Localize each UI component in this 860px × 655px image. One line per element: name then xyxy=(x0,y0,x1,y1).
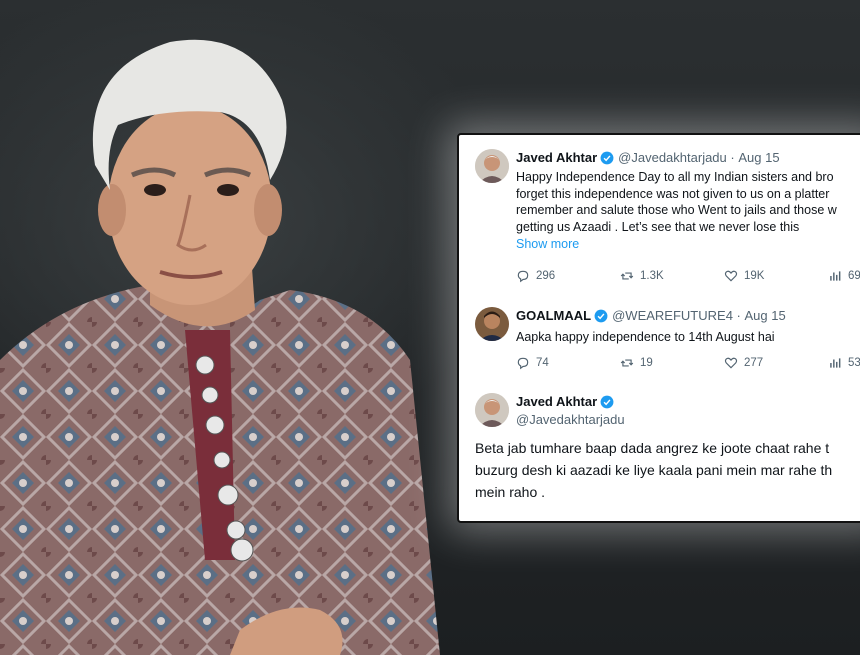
show-more-link[interactable]: Show more xyxy=(516,235,860,253)
display-name[interactable]: Javed Akhtar xyxy=(516,149,597,167)
like-count: 277 xyxy=(744,357,764,369)
views-icon xyxy=(830,358,841,368)
like-button[interactable]: 277 xyxy=(724,356,763,370)
tweet-text-line: mein raho . xyxy=(475,484,546,500)
separator-dot: · xyxy=(732,308,745,323)
views-button[interactable]: 69 xyxy=(828,269,860,283)
views-count: 69 xyxy=(848,270,860,282)
separator-dot: · xyxy=(726,150,739,165)
tweet-body: Javed Akhtar @Javedakhtarjadu · Aug 15 H… xyxy=(516,149,860,253)
reply-count: 296 xyxy=(536,270,556,282)
reply-icon xyxy=(517,357,529,370)
verified-badge-icon xyxy=(594,309,608,323)
retweet-count: 1.3K xyxy=(640,270,664,282)
handle[interactable]: @WEAREFUTURE4 xyxy=(612,307,733,325)
reply-icon xyxy=(517,270,529,283)
tweet-screenshot-card: Javed Akhtar @Javedakhtarjadu · Aug 15 H… xyxy=(457,133,860,523)
tweet-text-line: Beta jab tumhare baap dada angrez ke joo… xyxy=(475,440,830,456)
display-name[interactable]: Javed Akhtar xyxy=(516,393,597,411)
like-button[interactable]: 19K xyxy=(724,269,764,283)
tweet-author-block: Javed Akhtar @Javedakhtarjadu xyxy=(516,393,860,429)
tweet-header: Javed Akhtar @Javedakhtarjadu · Aug 15 xyxy=(516,149,860,167)
views-count: 53 xyxy=(848,357,860,369)
reply-count: 74 xyxy=(536,357,549,369)
views-button[interactable]: 53 xyxy=(828,356,860,370)
retweet-button[interactable]: 19 xyxy=(620,356,653,370)
tweet-actions: 296 1.3K 19K 69 xyxy=(516,269,860,285)
display-name[interactable]: GOALMAAL xyxy=(516,307,591,325)
tweet-text-large: Beta jab tumhare baap dada angrez ke joo… xyxy=(475,437,860,503)
tweet-date[interactable]: Aug 15 xyxy=(745,307,786,325)
tweet-text-line: buzurg desh ki aazadi ke liye kaala pani… xyxy=(475,462,833,478)
tweet-text-line: Happy Independence Day to all my Indian … xyxy=(516,170,834,184)
tweet-body: GOALMAAL @WEAREFUTURE4 · Aug 15 Aapka ha… xyxy=(516,307,860,346)
portrait-photo xyxy=(0,39,440,655)
verified-badge-icon xyxy=(600,395,614,409)
handle[interactable]: @Javedakhtarjadu xyxy=(516,411,860,429)
reply-button[interactable]: 296 xyxy=(516,269,555,283)
like-icon xyxy=(724,357,738,369)
tweet-text-line: remember and salute those who Went to ja… xyxy=(516,203,837,218)
tweet-date[interactable]: Aug 15 xyxy=(738,149,779,167)
avatar[interactable] xyxy=(475,393,509,427)
tweet-header: GOALMAAL @WEAREFUTURE4 · Aug 15 xyxy=(516,307,860,325)
tweet-text-line: getting us Azaadi . Let’s see that we ne… xyxy=(516,219,800,234)
like-count: 19K xyxy=(744,270,765,282)
reply-button[interactable]: 74 xyxy=(516,356,549,370)
avatar[interactable] xyxy=(475,307,509,341)
retweet-icon xyxy=(620,272,634,280)
tweet-text: Happy Independence Day to all my Indian … xyxy=(516,169,860,235)
retweet-count: 19 xyxy=(640,357,653,369)
tweet-text-line: forget this independence was not given t… xyxy=(516,186,830,201)
handle[interactable]: @Javedakhtarjadu xyxy=(618,149,727,167)
like-icon xyxy=(724,270,738,282)
retweet-icon xyxy=(620,359,634,367)
tweet-actions: 74 19 277 53 xyxy=(516,356,860,372)
avatar[interactable] xyxy=(475,149,509,183)
retweet-button[interactable]: 1.3K xyxy=(620,269,664,283)
verified-badge-icon xyxy=(600,151,614,165)
tweet-text: Aapka happy independence to 14th August … xyxy=(516,330,775,344)
tweet-header: Javed Akhtar xyxy=(516,393,860,411)
views-icon xyxy=(830,271,841,281)
